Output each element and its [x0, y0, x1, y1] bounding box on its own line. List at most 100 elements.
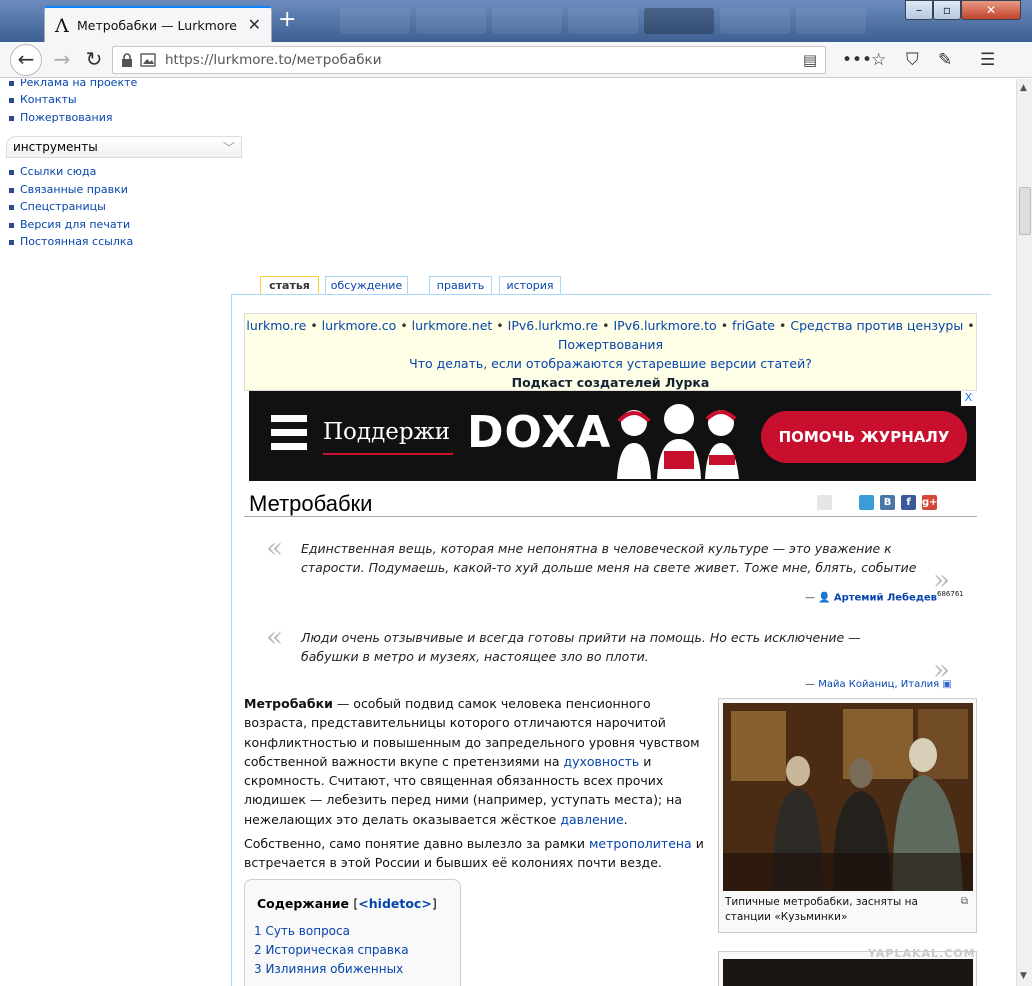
- sidebar-item[interactable]: Пожертвования: [8, 111, 112, 124]
- author-link[interactable]: Майа Койаниц, Италия: [818, 679, 939, 690]
- tab-discussion[interactable]: обсуждение: [325, 276, 408, 295]
- vk-icon[interactable]: B: [880, 495, 895, 510]
- mirror-link[interactable]: lurkmore.net: [412, 318, 493, 333]
- sidebar-item[interactable]: Контакты: [9, 93, 77, 106]
- tab-history[interactable]: история: [499, 276, 561, 295]
- scrollbar-thumb[interactable]: [1019, 187, 1031, 235]
- separator: •: [720, 318, 729, 333]
- sidebar-item[interactable]: Ссылки сюда: [8, 165, 96, 178]
- pressure-link[interactable]: давление: [560, 812, 623, 827]
- tab-title: Метробабки — Lurkmore: [77, 18, 237, 33]
- google-plus-icon[interactable]: g+: [922, 495, 938, 510]
- reload-button[interactable]: ↻: [78, 45, 110, 75]
- extension-icon[interactable]: ✎: [938, 50, 952, 70]
- background-tab[interactable]: [492, 8, 562, 34]
- window-titlebar: Λ Метробабки — Lurkmore ✕ + – ▫ ✕: [0, 0, 1032, 42]
- menu-icon[interactable]: ☰: [980, 50, 995, 70]
- scroll-up-icon[interactable]: ▲: [1020, 83, 1027, 93]
- background-tab[interactable]: [568, 8, 638, 34]
- toc-item[interactable]: 3 Излияния обиженных: [254, 962, 403, 976]
- hide-toc-toggle[interactable]: <hidetoc>: [358, 896, 432, 911]
- second-photo[interactable]: [723, 959, 973, 986]
- toc-item[interactable]: 2 Историческая справка: [254, 943, 409, 957]
- metro-link[interactable]: метрополитена: [589, 836, 692, 851]
- second-paragraph: Собственно, само понятие давно вылезло з…: [244, 834, 704, 873]
- mirror-link[interactable]: friGate: [732, 318, 775, 333]
- background-tab[interactable]: [796, 8, 866, 34]
- doxa-ad-banner[interactable]: Поддержи DOXA ПОМОЧЬ ЖУРНАЛУ X: [249, 391, 976, 481]
- maximize-button[interactable]: ▫: [933, 0, 961, 20]
- vertical-scrollbar[interactable]: ▲ ▼: [1016, 79, 1032, 986]
- pen-icon[interactable]: [838, 495, 853, 510]
- separator: •: [967, 318, 975, 333]
- attribution-dash: —: [805, 679, 815, 690]
- table-of-contents: Содержание [<hidetoc>] 1 Суть вопроса 2 …: [244, 879, 461, 986]
- navigation-toolbar: ← → ↻ https://lurkmore.to/метробабки ▤ •…: [0, 42, 1032, 78]
- bookmark-star-icon[interactable]: ☆: [871, 50, 886, 70]
- page-info-icon[interactable]: [140, 53, 156, 67]
- mirror-link[interactable]: lurkmo.re: [246, 318, 306, 333]
- mirrors-notice: lurkmo.re • lurkmore.co • lurkmore.net •…: [244, 313, 977, 391]
- separator: •: [400, 318, 408, 333]
- mirrors-line: lurkmo.re • lurkmore.co • lurkmore.net •…: [245, 316, 976, 335]
- background-tab[interactable]: [644, 8, 714, 34]
- back-button[interactable]: ←: [10, 44, 42, 76]
- background-tab[interactable]: [720, 8, 790, 34]
- podcast-link[interactable]: Подкаст создателей Лурка: [245, 373, 976, 392]
- mail-icon[interactable]: [817, 495, 832, 510]
- close-window-button[interactable]: ✕: [961, 0, 1021, 20]
- author-sup: 686761: [937, 590, 964, 598]
- quote-text: Единственная вещь, которая мне непонятна…: [301, 541, 917, 575]
- quote-attribution: — Майа Койаниц, Италия ▣: [805, 679, 952, 690]
- help-magazine-button[interactable]: ПОМОЧЬ ЖУРНАЛУ: [761, 411, 967, 463]
- banner-support-text: Поддержи: [323, 419, 451, 445]
- doxa-logo-icon: [271, 415, 307, 457]
- tools-portlet-header[interactable]: инструменты ﹀: [6, 136, 242, 158]
- new-tab-button[interactable]: +: [278, 7, 296, 32]
- sidebar-item[interactable]: Спецстраницы: [9, 200, 106, 213]
- page-title: Метробабки: [249, 491, 373, 516]
- active-tab[interactable]: Λ Метробабки — Lurkmore ✕: [44, 6, 272, 42]
- scroll-down-icon[interactable]: ▼: [1020, 971, 1027, 981]
- tab-close-icon[interactable]: ✕: [248, 15, 261, 34]
- tab-edit[interactable]: править: [429, 276, 492, 295]
- outdated-versions-link[interactable]: Что делать, если отображаются устаревшие…: [245, 354, 976, 373]
- url-text: https://lurkmore.to/метробабки: [165, 52, 382, 68]
- tab-article[interactable]: статья: [260, 276, 319, 295]
- separator: •: [496, 318, 504, 333]
- toc-item[interactable]: 1 Суть вопроса: [254, 924, 350, 938]
- paragraph-text: .: [623, 811, 628, 827]
- sidebar-item[interactable]: Связанные правки: [9, 183, 128, 196]
- shield-icon[interactable]: ⛉: [906, 50, 919, 70]
- twitter-icon[interactable]: [859, 495, 874, 510]
- sidebar-item[interactable]: Реклама на проекте: [8, 79, 137, 89]
- mirror-link[interactable]: IPv6.lurkmo.re: [508, 318, 598, 333]
- mirror-link[interactable]: lurkmore.co: [322, 318, 397, 333]
- thumbnail-caption: Типичные метробабки, засняты на станции …: [725, 896, 918, 923]
- article-thumbnail: Типичные метробабки, засняты на станции …: [718, 698, 977, 933]
- ad-close-button[interactable]: X: [961, 391, 976, 406]
- sidebar-item[interactable]: Постоянная ссылка: [8, 235, 133, 248]
- spirituality-link[interactable]: духовность: [563, 754, 639, 769]
- forward-button[interactable]: →: [46, 45, 78, 75]
- reader-view-icon[interactable]: ▤: [803, 51, 817, 69]
- separator: •: [602, 318, 610, 333]
- donations-link[interactable]: Пожертвования: [245, 335, 976, 354]
- author-link[interactable]: Артемий Лебедев: [834, 592, 937, 603]
- background-tab[interactable]: [340, 8, 410, 34]
- mirror-link[interactable]: IPv6.lurkmore.to: [613, 318, 716, 333]
- enlarge-icon[interactable]: ⧉: [961, 896, 968, 907]
- address-bar[interactable]: https://lurkmore.to/метробабки ▤: [112, 46, 826, 74]
- page-actions-icon[interactable]: •••: [842, 50, 872, 70]
- open-quote-icon: «: [266, 531, 284, 564]
- sidebar-item[interactable]: Версия для печати: [8, 218, 130, 231]
- background-tab[interactable]: [416, 8, 486, 34]
- watermark-text: YAPLAKAL.COM: [868, 947, 976, 960]
- facebook-icon[interactable]: f: [901, 495, 916, 510]
- image-icon: ▣: [942, 679, 952, 690]
- attribution-dash: —: [805, 592, 815, 604]
- anti-censorship-link[interactable]: Средства против цензуры: [790, 318, 963, 333]
- minimize-button[interactable]: –: [905, 0, 933, 20]
- term-bold: Метробабки: [244, 696, 333, 711]
- grandmothers-photo[interactable]: [723, 703, 973, 891]
